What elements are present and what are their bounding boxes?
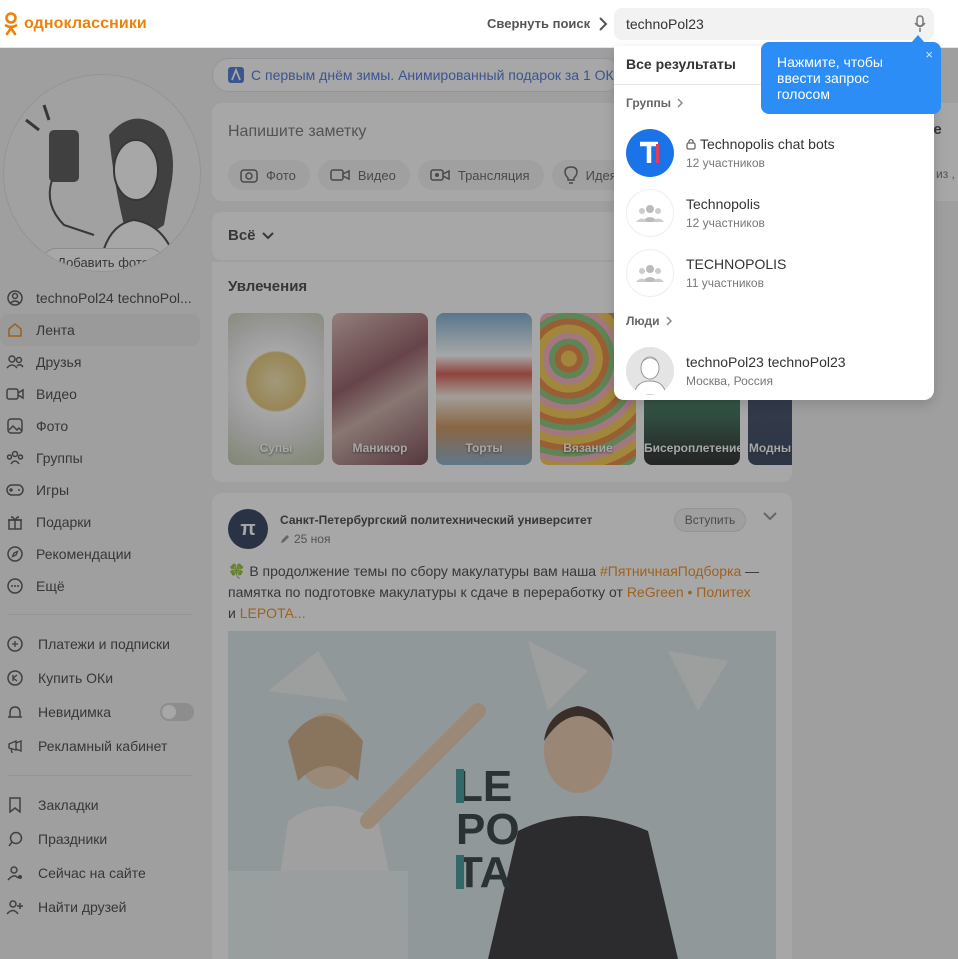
person-avatar [626,347,674,395]
chevron-right-icon [599,16,608,31]
group-name-text: Technopolis [686,196,760,212]
lock-icon [686,138,696,150]
group-members-count: 12 участников [686,216,765,230]
groups-section-label: Группы [626,96,671,110]
person-info: technoPol23 technoPol23 Москва, Россия [686,354,846,388]
voice-search-tooltip: Нажмите, чтобы ввести запрос голосом × [761,35,941,114]
ok-logo[interactable]: одноклассники [4,12,147,36]
person-location: Москва, Россия [686,374,773,388]
people-section-label: Люди [626,314,660,328]
group-avatar [626,189,674,237]
group-result-item[interactable]: Technopolis 12 участников [626,188,926,238]
group-result-item[interactable]: TECHNOPOLIS 11 участников [626,248,926,298]
people-section-header[interactable]: Люди [626,314,672,328]
person-result-item[interactable]: technoPol23 technoPol23 Москва, Россия [626,346,926,396]
user-placeholder-icon [626,347,674,395]
search-box[interactable] [614,8,934,40]
group-name-text: Technopolis chat bots [700,136,835,152]
group-avatar [626,249,674,297]
chevron-right-icon [665,316,672,326]
group-name-text: TECHNOPOLIS [686,256,787,272]
group-placeholder-icon [636,205,664,222]
logo-text: одноклассники [24,15,147,32]
microphone-icon[interactable] [914,15,926,33]
chevron-right-icon [677,98,683,108]
group-name: Technopolis chat bots [686,136,835,152]
group-members-count: 12 участников [686,156,765,170]
close-icon[interactable]: × [925,47,933,63]
groups-section-header[interactable]: Группы [626,96,683,110]
top-header: одноклассники Свернуть поиск [0,0,958,48]
group-members-count: 11 участников [686,276,764,290]
search-input[interactable] [626,16,886,32]
group-placeholder-icon [636,265,664,282]
collapse-search-label: Свернуть поиск [487,16,591,31]
group-result-item[interactable]: Technopolis chat bots 12 участников [626,128,926,178]
ok-logo-icon [4,12,18,36]
collapse-search-button[interactable]: Свернуть поиск [487,16,608,31]
group-avatar [626,129,674,177]
group-info: Technopolis 12 участников [686,196,765,230]
voice-search-tooltip-text: Нажмите, чтобы ввести запрос голосом [777,54,883,102]
person-name-text: technoPol23 technoPol23 [686,354,846,370]
technopolis-logo-icon [640,141,659,163]
tab-all-results[interactable]: Все результаты [626,56,736,72]
group-info: Technopolis chat bots 12 участников [686,136,835,170]
group-info: TECHNOPOLIS 11 участников [686,256,786,290]
